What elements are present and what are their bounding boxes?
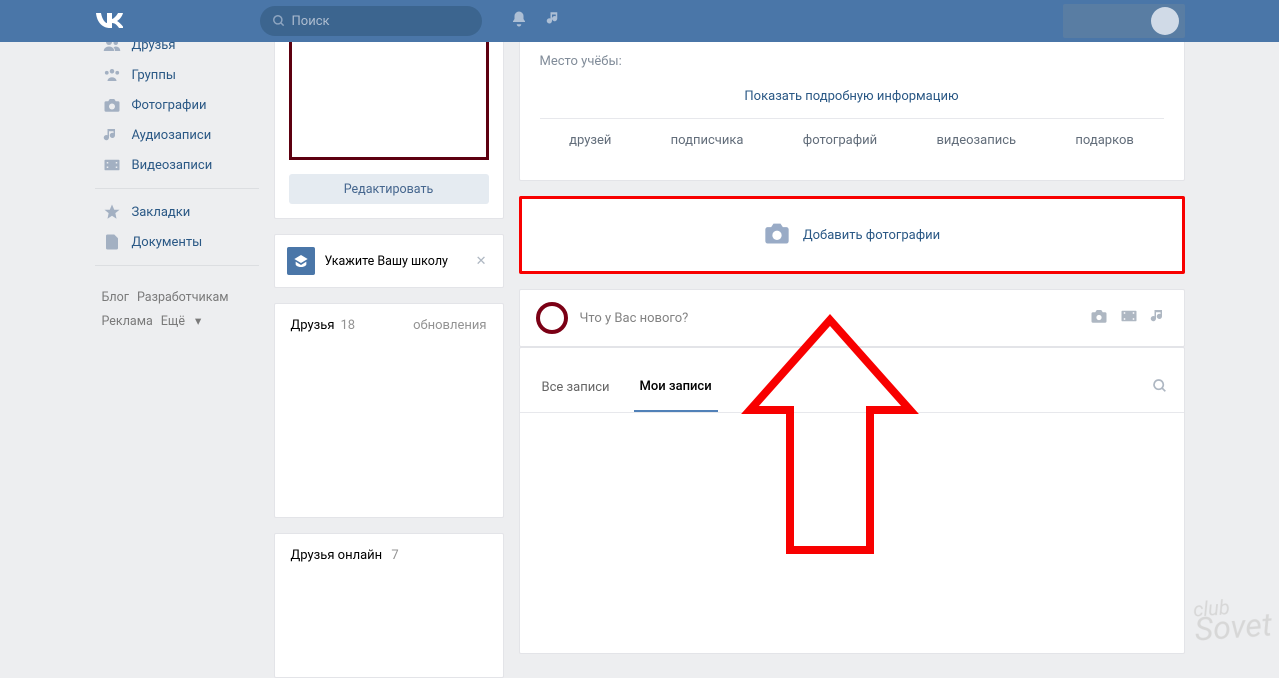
nav-label: Фотографии bbox=[132, 98, 207, 113]
video-icon bbox=[102, 156, 122, 174]
edit-button[interactable]: Редактировать bbox=[289, 174, 489, 204]
tab-all-posts[interactable]: Все записи bbox=[536, 363, 616, 412]
nav-label: Группы bbox=[132, 68, 176, 83]
friends-card: Друзья 18 обновления bbox=[274, 303, 504, 518]
nav-photos[interactable]: Фотографии bbox=[95, 90, 259, 120]
wall-card: Все записи Мои записи bbox=[519, 347, 1185, 654]
bell-icon[interactable] bbox=[510, 10, 528, 32]
user-avatar bbox=[1151, 7, 1179, 35]
camera-icon bbox=[763, 219, 791, 251]
search-box[interactable] bbox=[260, 6, 482, 36]
school-prompt-card[interactable]: Укажите Вашу школу ✕ bbox=[274, 234, 504, 288]
nav-documents[interactable]: Документы bbox=[95, 227, 259, 257]
friends-count: 18 bbox=[340, 318, 355, 333]
groups-icon bbox=[102, 66, 122, 84]
left-nav: Друзья Группы Фотографии Аудиозаписи Вид… bbox=[95, 42, 259, 678]
tab-my-posts[interactable]: Мои записи bbox=[634, 363, 718, 412]
close-icon[interactable]: ✕ bbox=[472, 250, 491, 273]
nav-label: Видеозаписи bbox=[132, 158, 213, 173]
attach-video-icon[interactable] bbox=[1120, 307, 1138, 329]
footer-more[interactable]: Ещё▾ bbox=[161, 314, 209, 329]
nav-label: Аудиозаписи bbox=[132, 128, 212, 143]
friends-online-card: Друзья онлайн 7 bbox=[274, 533, 504, 678]
camera-icon bbox=[102, 96, 122, 114]
nav-groups[interactable]: Группы bbox=[95, 60, 259, 90]
counter-videos[interactable]: видеозапись bbox=[936, 133, 1016, 148]
music-icon[interactable] bbox=[546, 10, 564, 32]
friends-updates[interactable]: обновления bbox=[413, 318, 486, 333]
audio-icon bbox=[102, 126, 122, 144]
counter-photos[interactable]: фотографий bbox=[803, 133, 877, 148]
nav-audio[interactable]: Аудиозаписи bbox=[95, 120, 259, 150]
nav-label: Документы bbox=[132, 235, 203, 250]
counter-friends[interactable]: друзей bbox=[569, 133, 611, 148]
search-icon bbox=[272, 14, 286, 28]
vk-logo[interactable] bbox=[95, 9, 260, 34]
friends-online-label[interactable]: Друзья онлайн bbox=[291, 548, 383, 563]
user-menu[interactable] bbox=[1063, 4, 1185, 38]
add-photo-button[interactable]: Добавить фотографии bbox=[519, 196, 1185, 274]
attach-photo-icon[interactable] bbox=[1090, 307, 1108, 329]
avatar-card: Редактировать bbox=[274, 28, 504, 219]
watermark: club Sovet bbox=[1192, 597, 1272, 641]
friends-label[interactable]: Друзья bbox=[291, 318, 335, 333]
footer-ads[interactable]: Реклама bbox=[102, 314, 153, 329]
friends-online-count: 7 bbox=[391, 548, 398, 563]
nav-bookmarks[interactable]: Закладки bbox=[95, 197, 259, 227]
post-avatar bbox=[536, 302, 568, 334]
wall-search-icon[interactable] bbox=[1152, 378, 1168, 398]
post-input[interactable] bbox=[580, 311, 1078, 326]
nav-video[interactable]: Видеозаписи bbox=[95, 150, 259, 180]
search-input[interactable] bbox=[292, 14, 470, 29]
attach-audio-icon[interactable] bbox=[1150, 307, 1168, 329]
nav-label: Закладки bbox=[132, 205, 191, 220]
footer-devs[interactable]: Разработчикам bbox=[137, 290, 229, 305]
footer-blog[interactable]: Блог bbox=[102, 290, 129, 305]
counter-subs[interactable]: подписчика bbox=[671, 133, 744, 148]
post-box bbox=[519, 289, 1185, 347]
document-icon bbox=[102, 233, 122, 251]
topbar bbox=[0, 0, 1279, 42]
star-icon bbox=[102, 203, 122, 221]
info-card: День рождения:7 февраля 1995г. Место учё… bbox=[519, 28, 1185, 181]
school-icon bbox=[287, 247, 315, 275]
school-prompt-text: Укажите Вашу школу bbox=[325, 254, 472, 269]
footer-links: Блог Разработчикам Реклама Ещё▾ bbox=[95, 286, 259, 334]
avatar-box[interactable] bbox=[289, 23, 489, 160]
counter-gifts[interactable]: подарков bbox=[1075, 133, 1133, 148]
study-label: Место учёбы: bbox=[540, 54, 700, 69]
show-more-info[interactable]: Показать подробную информацию bbox=[540, 75, 1164, 118]
top-icons bbox=[510, 10, 564, 32]
counters: друзей подписчика фотографий видеозапись… bbox=[540, 118, 1164, 162]
add-photo-label: Добавить фотографии bbox=[803, 228, 940, 243]
